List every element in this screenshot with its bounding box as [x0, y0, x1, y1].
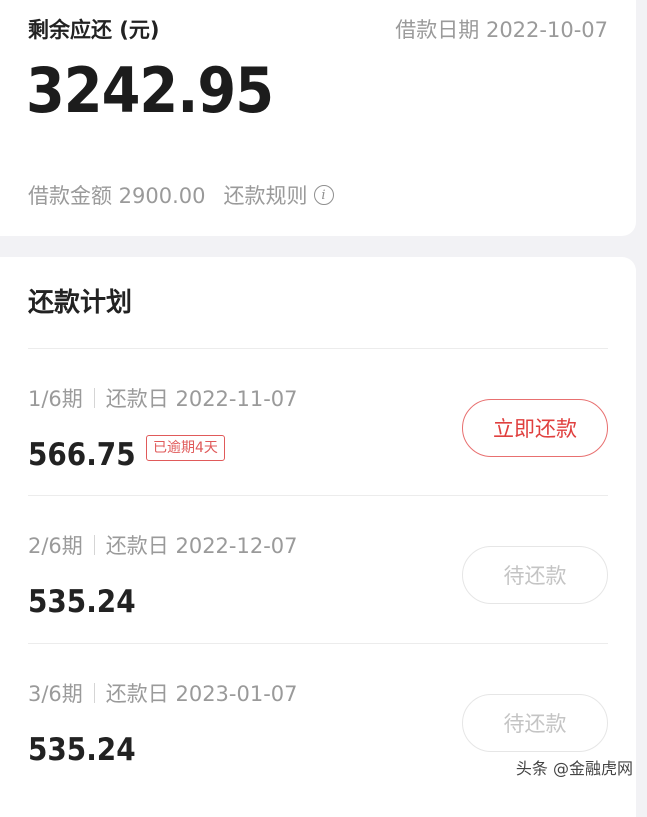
loan-summary-card: 剩余应还 (元) 借款日期 2022-10-07 3242.95 借款金额 29…	[0, 0, 636, 236]
row-meta: 3/6期 还款日 2023-01-07	[28, 678, 298, 708]
plan-row-2: 2/6期 还款日 2022-12-07 535.24 待还款	[0, 496, 636, 643]
remaining-amount: 3242.95	[26, 54, 274, 127]
installment-amount: 535.24	[28, 584, 136, 620]
plan-row-1: 1/6期 还款日 2022-11-07 566.75 已逾期4天 立即还款	[0, 349, 636, 496]
separator	[93, 683, 95, 703]
due-date: 还款日 2022-12-07	[105, 534, 298, 558]
period-label: 1/6期	[28, 387, 83, 411]
repay-rules-link[interactable]: 还款规则	[224, 180, 308, 210]
pending-repay-button[interactable]: 待还款	[462, 694, 608, 752]
plan-title: 还款计划	[28, 288, 133, 318]
loan-date: 借款日期 2022-10-07	[395, 18, 608, 42]
info-icon[interactable]: i	[313, 185, 334, 205]
period-label: 3/6期	[28, 682, 83, 706]
due-date: 还款日 2022-11-07	[105, 387, 298, 411]
row-meta: 1/6期 还款日 2022-11-07	[28, 383, 298, 413]
separator	[93, 388, 95, 408]
due-date: 还款日 2023-01-07	[105, 682, 298, 706]
watermark: 头条 @金融虎网	[515, 759, 633, 778]
loan-amount: 借款金额 2900.00	[28, 184, 206, 208]
period-label: 2/6期	[28, 534, 83, 558]
separator	[93, 535, 95, 555]
repay-now-button[interactable]: 立即还款	[462, 399, 608, 457]
pending-repay-button[interactable]: 待还款	[462, 546, 608, 604]
row-meta: 2/6期 还款日 2022-12-07	[28, 530, 298, 560]
installment-amount: 535.24	[28, 732, 136, 768]
remaining-label: 剩余应还 (元)	[28, 18, 160, 42]
overdue-badge: 已逾期4天	[146, 435, 225, 461]
summary-footer: 借款金额 2900.00 还款规则 i	[28, 180, 334, 210]
installment-amount: 566.75	[28, 437, 136, 473]
